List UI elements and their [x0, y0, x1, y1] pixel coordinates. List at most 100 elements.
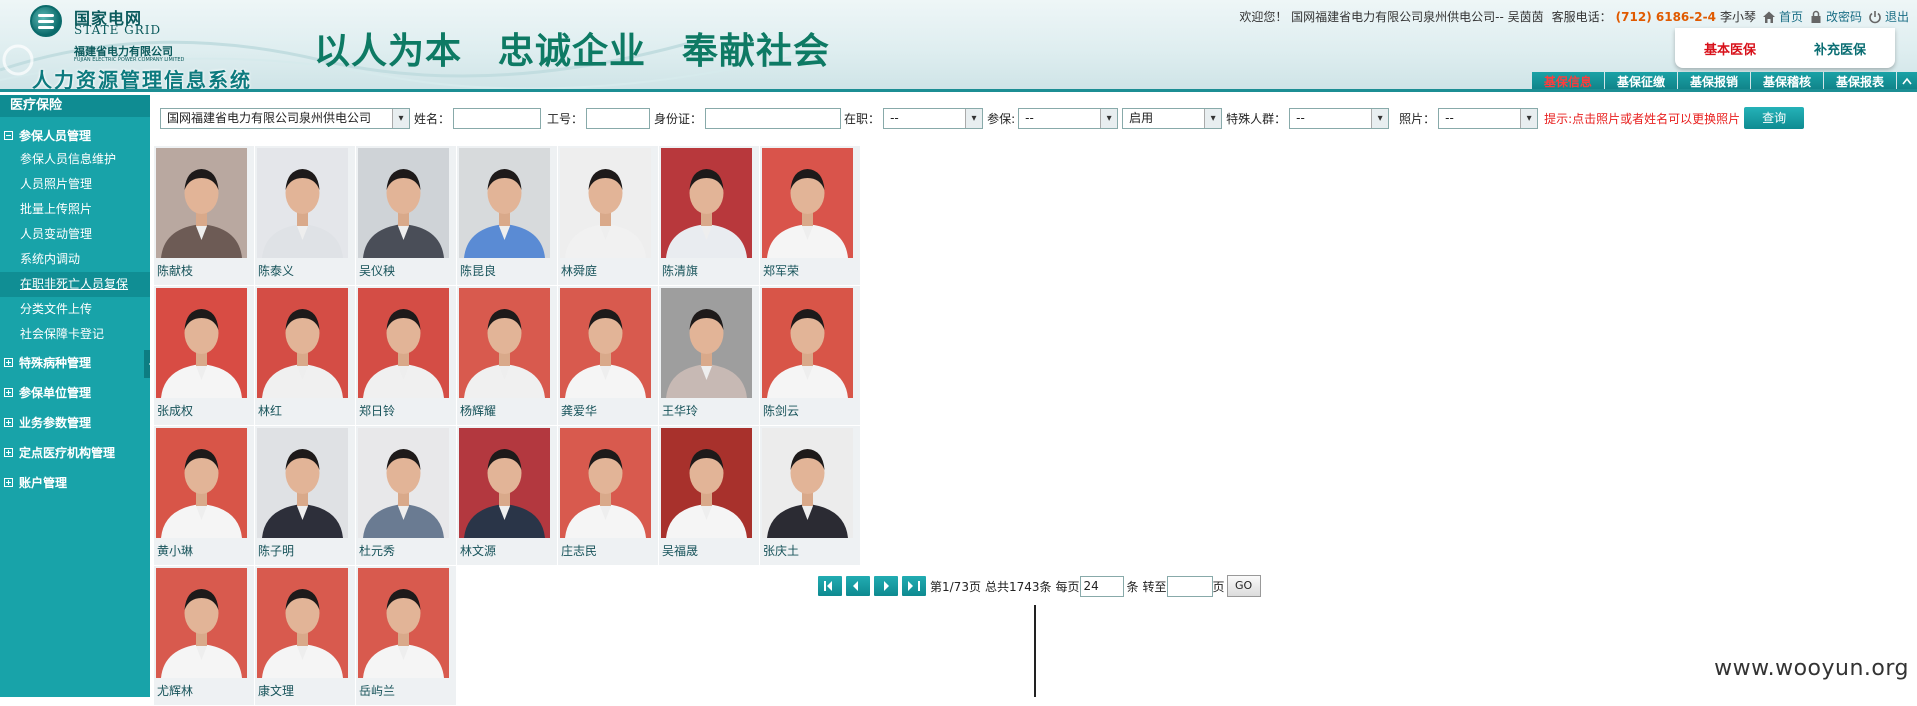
photo-select[interactable]: -- — [1438, 107, 1539, 129]
name-input[interactable] — [453, 107, 542, 129]
person-name[interactable]: 陈泰义 — [258, 262, 294, 279]
person-name[interactable]: 黄小琳 — [157, 542, 193, 559]
employee-id-input[interactable] — [586, 107, 651, 129]
person-name[interactable]: 庄志民 — [561, 542, 597, 559]
person-card[interactable]: 陈昆良 — [457, 146, 558, 286]
sidebar-toggle-handle[interactable] — [144, 350, 153, 378]
expand-icon[interactable] — [4, 417, 13, 427]
sidebar-group-medical-institutions[interactable]: 定点医疗机构管理 — [0, 437, 150, 467]
basic-insurance-link[interactable]: 基本医保 — [1704, 39, 1756, 58]
person-name[interactable]: 王华玲 — [662, 402, 698, 419]
tab-basic-reimbursement[interactable]: 基保报销 — [1677, 72, 1750, 89]
query-button[interactable]: 查询 — [1744, 107, 1805, 129]
last-page-button[interactable] — [902, 576, 926, 596]
first-page-button[interactable] — [818, 576, 842, 596]
person-photo[interactable] — [156, 148, 247, 258]
person-photo[interactable] — [358, 148, 449, 258]
person-photo[interactable] — [156, 428, 247, 538]
person-photo[interactable] — [257, 568, 348, 678]
person-card[interactable]: 庄志民 — [558, 426, 659, 566]
home-link[interactable]: 首页 — [1779, 8, 1803, 25]
company-select[interactable]: 国网福建省电力有限公司泉州供电公司 — [160, 107, 410, 129]
person-card[interactable]: 尤辉林 — [154, 566, 255, 706]
person-card[interactable]: 王华玲 — [659, 286, 760, 426]
person-name[interactable]: 杜元秀 — [359, 542, 395, 559]
per-page-input[interactable]: 24 — [1079, 575, 1124, 597]
sidebar-group-special-disease[interactable]: 特殊病种管理 — [0, 347, 150, 377]
exit-link[interactable]: 退出 — [1885, 8, 1909, 25]
person-photo[interactable] — [560, 148, 651, 258]
person-card[interactable]: 陈剑云 — [760, 286, 861, 426]
person-photo[interactable] — [459, 148, 550, 258]
expand-icon[interactable] — [4, 477, 13, 487]
person-card[interactable]: 陈献枝 — [154, 146, 255, 286]
special-group-select[interactable]: -- — [1289, 107, 1390, 129]
person-photo[interactable] — [156, 288, 247, 398]
tab-basic-collection[interactable]: 基保征缴 — [1604, 72, 1677, 89]
sidebar-group-insured-units[interactable]: 参保单位管理 — [0, 377, 150, 407]
person-photo[interactable] — [257, 288, 348, 398]
person-name[interactable]: 陈子明 — [258, 542, 294, 559]
sidebar-group-insured-persons[interactable]: 参保人员管理 — [0, 123, 150, 147]
person-card[interactable]: 林文源 — [457, 426, 558, 566]
person-photo[interactable] — [358, 428, 449, 538]
person-card[interactable]: 陈子明 — [255, 426, 356, 566]
person-photo[interactable] — [257, 148, 348, 258]
person-name[interactable]: 尤辉林 — [157, 682, 193, 699]
goto-page-input[interactable] — [1166, 575, 1213, 597]
person-photo[interactable] — [459, 288, 550, 398]
sidebar-item-internal-transfer[interactable]: 系统内调动 — [0, 247, 150, 272]
person-photo[interactable] — [358, 288, 449, 398]
person-photo[interactable] — [661, 148, 752, 258]
lock-icon[interactable] — [1809, 10, 1823, 24]
insured-select[interactable]: -- — [1018, 107, 1119, 129]
person-card[interactable]: 陈泰义 — [255, 146, 356, 286]
home-icon[interactable] — [1762, 10, 1776, 24]
person-name[interactable]: 吴福晟 — [662, 542, 698, 559]
go-button[interactable]: GO — [1226, 575, 1261, 597]
person-name[interactable]: 龚爱华 — [561, 402, 597, 419]
person-photo[interactable] — [257, 428, 348, 538]
person-name[interactable]: 吴仪秧 — [359, 262, 395, 279]
status-select[interactable]: 启用 — [1122, 107, 1223, 129]
person-card[interactable]: 黄小琳 — [154, 426, 255, 566]
person-card[interactable]: 康文理 — [255, 566, 356, 706]
person-name[interactable]: 张庆土 — [763, 542, 799, 559]
person-name[interactable]: 林舜庭 — [561, 262, 597, 279]
collapse-icon[interactable] — [4, 130, 13, 140]
collapse-header-button[interactable] — [1897, 72, 1917, 89]
sidebar-item-file-upload[interactable]: 分类文件上传 — [0, 297, 150, 322]
sidebar-group-business-params[interactable]: 业务参数管理 — [0, 407, 150, 437]
person-card[interactable]: 郑军荣 — [760, 146, 861, 286]
person-card[interactable]: 龚爱华 — [558, 286, 659, 426]
person-name[interactable]: 陈献枝 — [157, 262, 193, 279]
sidebar-item-social-card[interactable]: 社会保障卡登记 — [0, 322, 150, 347]
person-name[interactable]: 陈昆良 — [460, 262, 496, 279]
person-name[interactable]: 林红 — [258, 402, 282, 419]
tab-basic-audit[interactable]: 基保稽核 — [1750, 72, 1823, 89]
person-name[interactable]: 康文理 — [258, 682, 294, 699]
person-card[interactable]: 陈清旗 — [659, 146, 760, 286]
person-card[interactable]: 岳屿兰 — [356, 566, 457, 706]
person-name[interactable]: 郑军荣 — [763, 262, 799, 279]
person-card[interactable]: 杜元秀 — [356, 426, 457, 566]
person-name[interactable]: 岳屿兰 — [359, 682, 395, 699]
supplementary-insurance-link[interactable]: 补充医保 — [1814, 39, 1866, 58]
sidebar-group-accounts[interactable]: 账户管理 — [0, 467, 150, 497]
person-photo[interactable] — [560, 288, 651, 398]
person-photo[interactable] — [762, 428, 853, 538]
person-photo[interactable] — [459, 428, 550, 538]
id-card-input[interactable] — [705, 107, 842, 129]
person-card[interactable]: 林红 — [255, 286, 356, 426]
tab-basic-info[interactable]: 基保信息 — [1531, 72, 1604, 89]
sidebar-item-reinsurance[interactable]: 在职非死亡人员复保 — [0, 272, 150, 297]
person-name[interactable]: 林文源 — [460, 542, 496, 559]
tab-basic-report[interactable]: 基保报表 — [1823, 72, 1896, 89]
person-card[interactable]: 林舜庭 — [558, 146, 659, 286]
person-card[interactable]: 张成权 — [154, 286, 255, 426]
person-card[interactable]: 吴仪秧 — [356, 146, 457, 286]
person-photo[interactable] — [762, 288, 853, 398]
sidebar-item-change-management[interactable]: 人员变动管理 — [0, 222, 150, 247]
expand-icon[interactable] — [4, 357, 13, 367]
person-card[interactable]: 张庆土 — [760, 426, 861, 566]
